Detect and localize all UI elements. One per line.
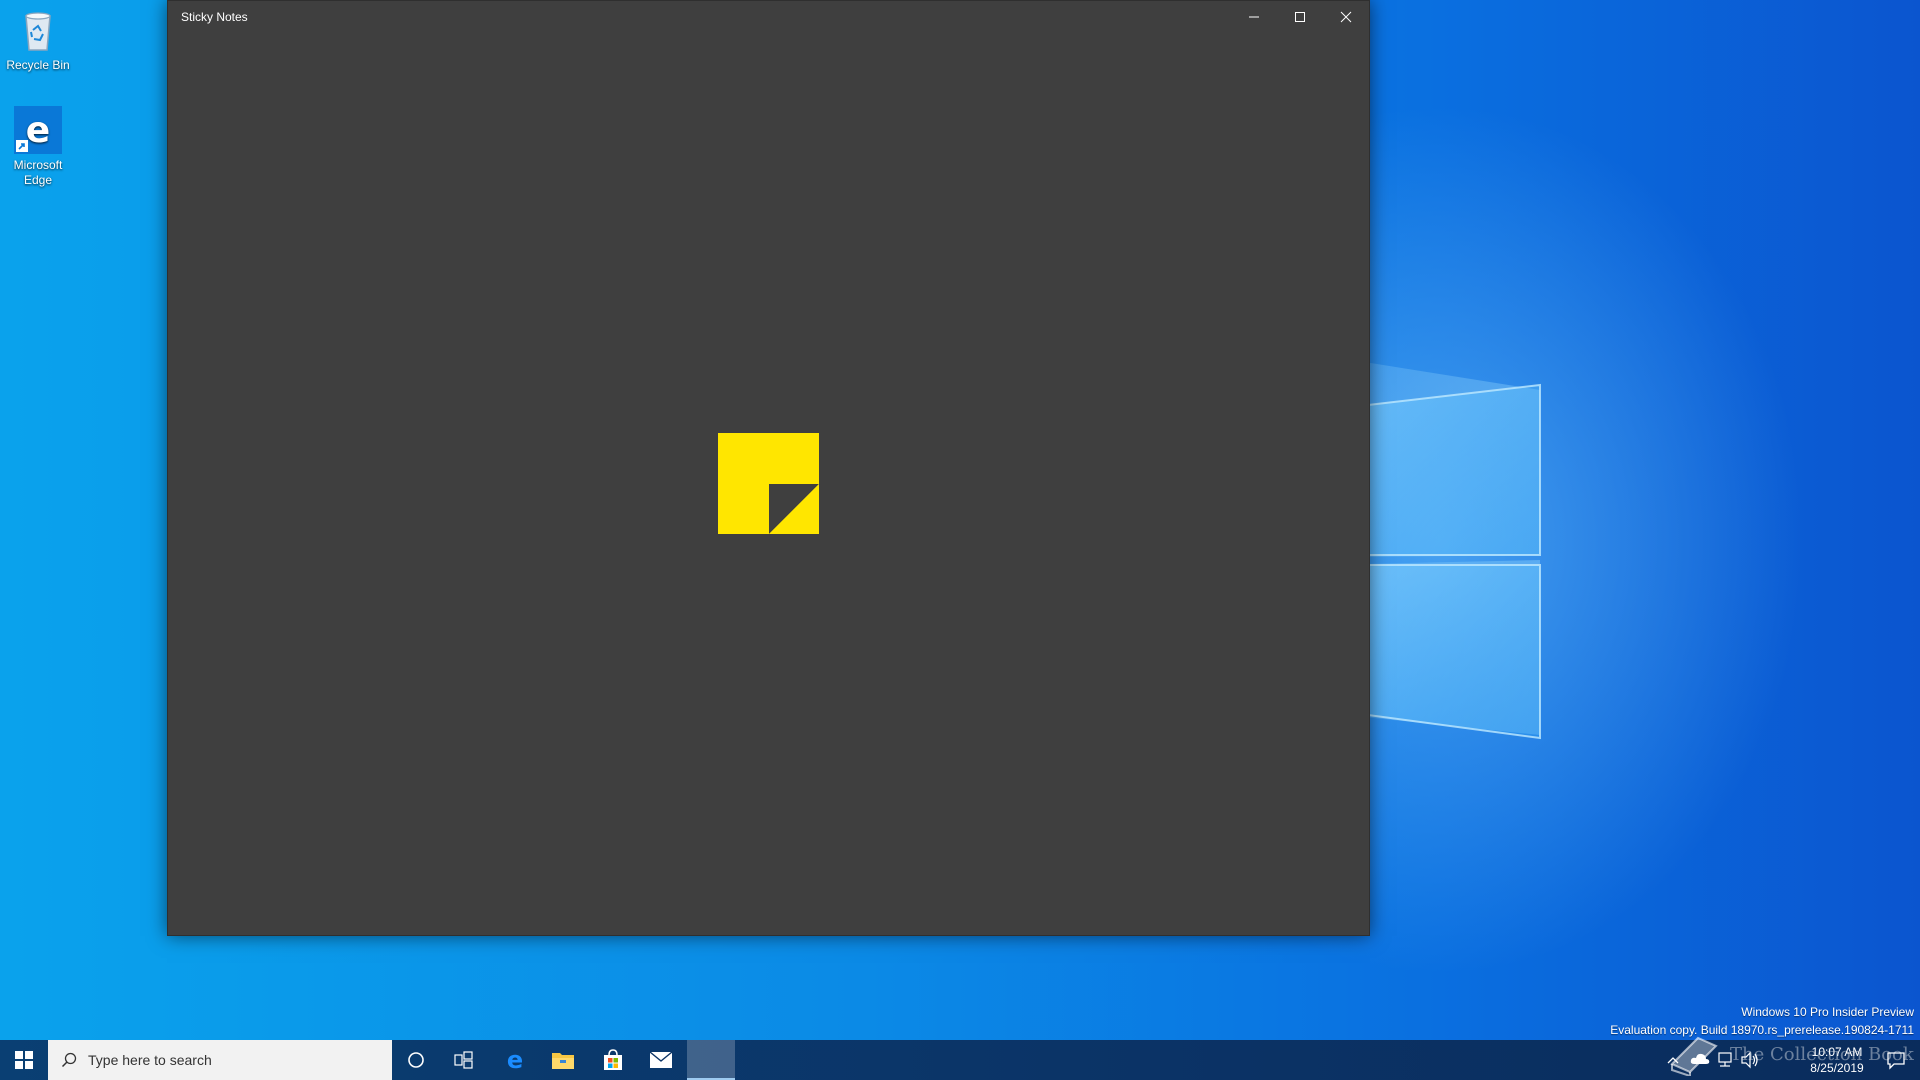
watermark-line-1: Windows 10 Pro Insider Preview (1741, 1005, 1914, 1019)
cortana-icon (408, 1052, 424, 1068)
maximize-icon (1295, 12, 1305, 22)
windows-start-icon (15, 1051, 33, 1069)
search-icon (61, 1052, 77, 1068)
recycle-bin-icon (14, 6, 62, 54)
sticky-notes-splash-icon (718, 433, 819, 534)
close-icon (1340, 11, 1352, 23)
close-button[interactable] (1323, 1, 1369, 33)
title-bar[interactable]: Sticky Notes (168, 1, 1369, 33)
desktop-icon-label: Recycle Bin (6, 58, 70, 72)
minimize-button[interactable] (1231, 1, 1277, 33)
taskbar-edge-button[interactable]: e (491, 1040, 539, 1080)
file-explorer-button[interactable] (539, 1040, 587, 1080)
book-icon (1670, 1036, 1718, 1078)
mail-icon (649, 1051, 673, 1068)
start-button[interactable] (0, 1040, 48, 1080)
desktop-icon-recycle-bin[interactable]: Recycle Bin (0, 6, 76, 73)
desktop-icon-label: Microsoft Edge (13, 158, 63, 187)
sticky-notes-window[interactable]: Sticky Notes (167, 0, 1370, 936)
taskbar-sticky-notes-button[interactable] (687, 1040, 735, 1080)
taskbar: Type here to search e 10:07 AM 8/25/2019 (0, 1040, 1920, 1080)
search-placeholder: Type here to search (88, 1052, 212, 1068)
task-view-icon (454, 1051, 473, 1069)
store-icon (604, 1049, 622, 1070)
mail-button[interactable] (637, 1040, 685, 1080)
watermark-line-2: Evaluation copy. Build 18970.rs_prerelea… (1610, 1023, 1914, 1037)
collection-book-text: The Collection Book (1730, 1044, 1914, 1065)
minimize-icon (1249, 16, 1259, 18)
svg-text:e: e (26, 110, 50, 151)
cortana-button[interactable] (392, 1040, 440, 1080)
evaluation-watermark: Windows 10 Pro Insider Preview Evaluatio… (1610, 1003, 1914, 1039)
svg-text:e: e (507, 1048, 523, 1072)
file-explorer-icon (552, 1053, 574, 1069)
edge-icon: e (507, 1048, 523, 1072)
desktop-icon-edge[interactable]: e Microsoft Edge (0, 106, 76, 188)
window-title: Sticky Notes (181, 10, 248, 24)
task-view-button[interactable] (440, 1040, 488, 1080)
desktop: Recycle Bin e Microsoft Edge Sticky Note… (0, 0, 1920, 1080)
maximize-button[interactable] (1277, 1, 1323, 33)
edge-icon: e (14, 106, 62, 154)
search-box[interactable]: Type here to search (48, 1040, 392, 1080)
store-button[interactable] (589, 1040, 637, 1080)
collection-book-logo (1668, 1030, 1720, 1080)
